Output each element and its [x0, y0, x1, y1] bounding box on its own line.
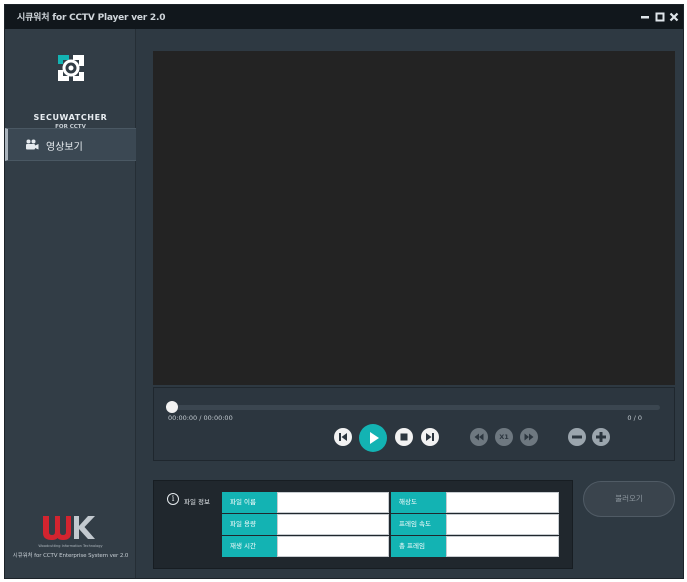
rewind-button[interactable]: [470, 428, 488, 446]
play-time-label: 재생 시간: [222, 536, 277, 557]
file-size-label: 파일 용량: [222, 514, 277, 535]
maximize-button[interactable]: [654, 11, 666, 23]
file-size-value: [277, 514, 389, 535]
resolution-value: [446, 492, 559, 513]
total-frames-value: [446, 536, 559, 557]
file-info-title: 파일 정보: [184, 498, 210, 506]
plus-icon: [596, 432, 606, 442]
play-time-value: [277, 536, 389, 557]
minimize-icon: [641, 16, 649, 19]
skip-next-icon: [426, 433, 434, 441]
zoom-out-button[interactable]: [568, 428, 586, 446]
resolution-label: 해상도: [391, 492, 446, 513]
sidebar-footer: 시큐워처 for CCTV Enterprise System ver 2.0: [12, 553, 129, 559]
title-bar[interactable]: 시큐워처 for CCTV Player ver 2.0: [5, 5, 683, 29]
previous-button[interactable]: [334, 428, 352, 446]
video-display[interactable]: [153, 51, 675, 385]
secuwatcher-logo-icon: [58, 55, 84, 81]
info-icon: i: [167, 493, 179, 505]
playback-controls: 00:00:00 / 00:00:00 0 / 0 X1: [153, 387, 675, 461]
wk-company-logo: [43, 516, 95, 540]
video-camera-icon: [26, 139, 39, 150]
file-name-label: 파일 이름: [222, 492, 277, 513]
seek-thumb[interactable]: [166, 401, 178, 413]
speed-button[interactable]: X1: [495, 428, 513, 446]
window-title: 시큐워처 for CCTV Player ver 2.0: [17, 13, 166, 23]
zoom-in-button[interactable]: [592, 428, 610, 446]
next-button[interactable]: [421, 428, 439, 446]
maximize-icon: [655, 12, 665, 22]
file-name-value: [277, 492, 389, 513]
total-frames-label: 총 프레임: [391, 536, 446, 557]
speed-label: X1: [499, 433, 509, 441]
logo-text: SECUWATCHER: [33, 113, 108, 122]
sidebar: SECUWATCHER FOR CCTV 영상보기 Woodcutting In…: [5, 29, 136, 578]
skip-previous-icon: [339, 433, 347, 441]
close-icon: [669, 12, 679, 22]
seek-bar[interactable]: [172, 405, 660, 410]
stop-icon: [400, 433, 408, 441]
app-window: 시큐워처 for CCTV Player ver 2.0 SECUWATCHER…: [4, 4, 684, 579]
company-tagline: Woodcutting Information Technology: [38, 544, 103, 548]
sidebar-item-label: 영상보기: [46, 142, 83, 153]
close-button[interactable]: [668, 11, 680, 23]
play-button[interactable]: [359, 424, 387, 452]
sidebar-item-video-view[interactable]: 영상보기: [5, 128, 136, 161]
play-icon: [370, 432, 379, 444]
minimize-button[interactable]: [639, 11, 651, 23]
stop-button[interactable]: [395, 428, 413, 446]
time-display: 00:00:00 / 00:00:00: [168, 414, 233, 422]
file-info-panel: i 파일 정보 파일 이름 파일 용량 재생 시간 해상도 프레임 속도 총 프…: [153, 480, 573, 569]
fast-forward-icon: [524, 433, 534, 441]
frame-counter: 0 / 0: [627, 414, 642, 422]
frame-rate-value: [446, 514, 559, 535]
secuwatcher-logo: SECUWATCHER FOR CCTV: [5, 51, 136, 130]
fast-forward-button[interactable]: [520, 428, 538, 446]
frame-rate-label: 프레임 속도: [391, 514, 446, 535]
load-file-button[interactable]: 불러오기: [583, 481, 675, 517]
minus-icon: [572, 435, 582, 439]
rewind-icon: [474, 433, 484, 441]
